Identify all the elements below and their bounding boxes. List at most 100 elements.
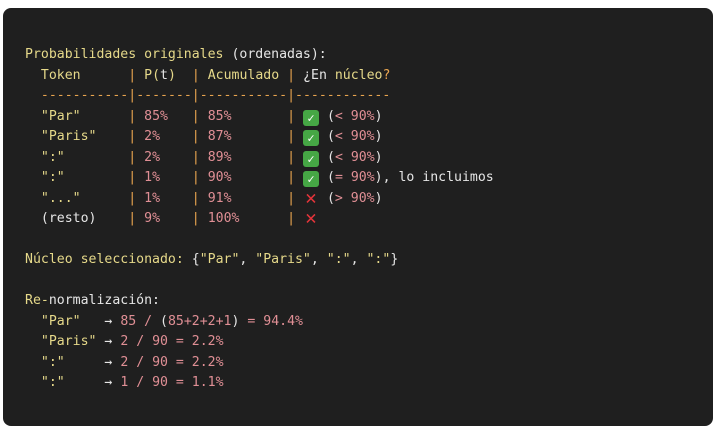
row-note-close: ) [374,129,383,144]
nucleus-sep: , [310,252,327,267]
col-nucleus-q: ? [382,67,391,83]
col-separator: | [287,129,296,144]
table-row: "..." | 1% | 91% | ✕ (> 90%) [25,188,713,210]
row-probability: 2% [144,129,161,144]
row-note-close: ) [374,108,383,124]
col-p-prefix: P( [144,67,161,83]
row-token: "..." [40,190,81,206]
renorm-row: ":" → 1 / 90 = 1.1% [25,373,713,394]
col-separator: | [191,108,200,124]
col-separator: | [128,108,137,124]
check-icon: ✓ [303,150,320,167]
col-separator: | [287,170,296,185]
col-nucleus-open: ¿En [303,67,327,83]
col-cumulative: Acumulado [207,67,280,83]
header-title: Probabilidades originales [25,47,224,62]
renorm-prefix: Re- [25,293,49,308]
sep-c2: ------- [136,88,192,103]
table-body: "Par" | 85% | 85% | ✓ (< 90%) "Paris" | … [25,107,713,230]
row-probability: 85% [144,108,168,124]
renorm-token: "Paris" [40,334,97,349]
col-nucleus-word: núcleo [334,67,383,83]
table-row: ":" | 1% | 90% | ✓ (= 90%), lo incluimos [25,168,713,189]
row-cumulative: 90% [207,170,232,185]
table-separator: -----------|-------|-----------|--------… [40,88,391,103]
col-separator: | [128,170,137,185]
col-separator: | [287,190,296,206]
row-probability: 2% [144,149,161,165]
row-note-value: < 90% [334,108,375,124]
table-row: "Paris" | 2% | 87% | ✓ (< 90%) [25,127,713,148]
row-token: ":" [40,149,65,165]
row-note-value: = 90% [334,170,375,185]
row-token: "Paris" [40,129,97,144]
renorm-body: "Par" → 85 / (85+2+2+1) = 94.4% "Paris" … [25,312,713,394]
nucleus-line: Núcleo seleccionado: {"Par", "Paris", ":… [25,250,713,271]
col-separator: | [128,67,137,83]
renorm-title: Re-normalización: [25,291,713,312]
nucleus-sep: , [239,252,256,267]
header-line: Probabilidades originales (ordenadas): [25,45,713,66]
col-separator: | [287,108,296,124]
nucleus-item: "Paris" [255,252,311,267]
col-separator: | [191,170,200,185]
renorm-label: normalización: [48,293,160,308]
renorm-row: "Par" → 85 / (85+2+2+1) = 94.4% [25,312,713,333]
row-note-open: ( [326,129,335,144]
col-separator: | [191,149,200,165]
renorm-expr: 85 / [120,313,161,329]
col-separator: | [128,190,137,206]
row-cumulative: 85% [207,108,232,124]
row-note-extra: , lo incluimos [382,170,494,185]
code-block: Probabilidades originales (ordenadas): T… [3,8,713,426]
nucleus-open: { [191,252,200,267]
nucleus-item: ":" [366,252,391,267]
arrow-icon: → [104,334,113,349]
col-separator: | [128,149,137,165]
renorm-expr: 1 / 90 = 1.1% [120,375,224,390]
row-token: (resto) [40,211,97,226]
row-note-open: ( [326,149,335,165]
row-note-value: < 90% [334,149,375,165]
check-icon: ✓ [303,171,320,187]
nucleus-close: } [390,252,399,267]
check-icon: ✓ [303,130,320,146]
row-note-close: ) [374,149,383,165]
header-qualifier: (ordenadas): [231,47,327,62]
check-icon: ✓ [303,109,320,126]
arrow-icon: → [104,313,113,329]
row-probability: 1% [144,190,161,206]
nucleus-item: ":" [326,252,351,267]
row-cumulative: 91% [207,190,232,206]
table-header: Token | P(t) | Acumulado | ¿En núcleo? [25,66,713,87]
arrow-icon: → [104,375,113,390]
col-separator: | [287,149,296,165]
row-note-value: < 90% [334,129,375,144]
table-row: "Par" | 85% | 85% | ✓ (< 90%) [25,107,713,128]
renorm-expr: 2 / 90 = 2.2% [120,354,224,370]
col-separator: | [191,129,200,144]
row-token: ":" [40,170,65,185]
sep-c3: ----------- [199,88,288,103]
col-separator: | [191,190,200,206]
renorm-row: "Paris" → 2 / 90 = 2.2% [25,332,713,353]
col-separator: | [128,211,137,226]
row-cumulative: 89% [207,149,232,165]
col-separator: | [191,67,200,83]
renorm-token: ":" [40,354,65,370]
renorm-result: = 94.4% [239,313,303,329]
sep-c1: ----------- [40,88,129,103]
col-separator: | [287,211,296,226]
col-separator: | [287,67,296,83]
renorm-expr: 2 / 90 = 2.2% [120,334,224,349]
row-note-open: ( [326,108,335,124]
row-note-open: ( [326,170,335,185]
nucleus-label: Núcleo seleccionado: [25,252,184,267]
row-probability: 9% [144,211,161,226]
col-separator: | [191,211,200,226]
row-note-value: > 90% [334,190,375,206]
cross-icon: ✕ [305,207,317,229]
row-probability: 1% [144,170,161,185]
